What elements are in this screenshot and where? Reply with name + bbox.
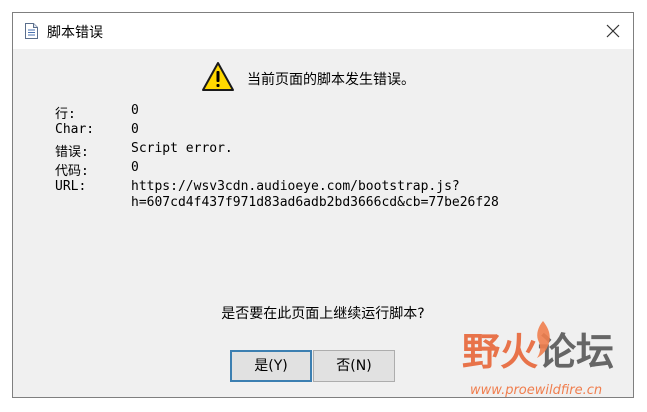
code-value: 0 <box>131 160 139 175</box>
close-icon[interactable] <box>601 19 625 43</box>
watermark-url: www.proewildfire.cn <box>470 383 603 398</box>
error-label: 错误: <box>55 145 89 160</box>
watermark-part1: 野火 <box>462 330 539 374</box>
char-value: 0 <box>131 122 139 137</box>
line-label: 行: <box>55 107 76 122</box>
flame-icon <box>537 321 550 358</box>
dialog-title: 脚本错误 <box>47 25 103 41</box>
no-button[interactable]: 否(N) <box>313 350 395 382</box>
code-label: 代码: <box>55 164 89 179</box>
url-label: URL: <box>55 179 87 194</box>
yes-button[interactable]: 是(Y) <box>230 350 312 382</box>
warning-icon <box>202 62 234 91</box>
char-label: Char: <box>55 122 95 137</box>
watermark-logo: 野火论坛 www.proewildfire.cn <box>462 321 642 405</box>
error-value: Script error. <box>131 141 233 156</box>
url-value: https://wsv3cdn.audioeye.com/bootstrap.j… <box>131 179 499 211</box>
url-value-line2: h=607cd4f437f971d83ad6adb2bd3666cd&cb=77… <box>131 195 499 210</box>
title-bar: 脚本错误 <box>13 13 633 49</box>
warning-message: 当前页面的脚本发生错误。 <box>247 72 415 88</box>
line-value: 0 <box>131 103 139 118</box>
document-icon <box>25 23 38 39</box>
url-value-line1: https://wsv3cdn.audioeye.com/bootstrap.j… <box>131 179 460 194</box>
